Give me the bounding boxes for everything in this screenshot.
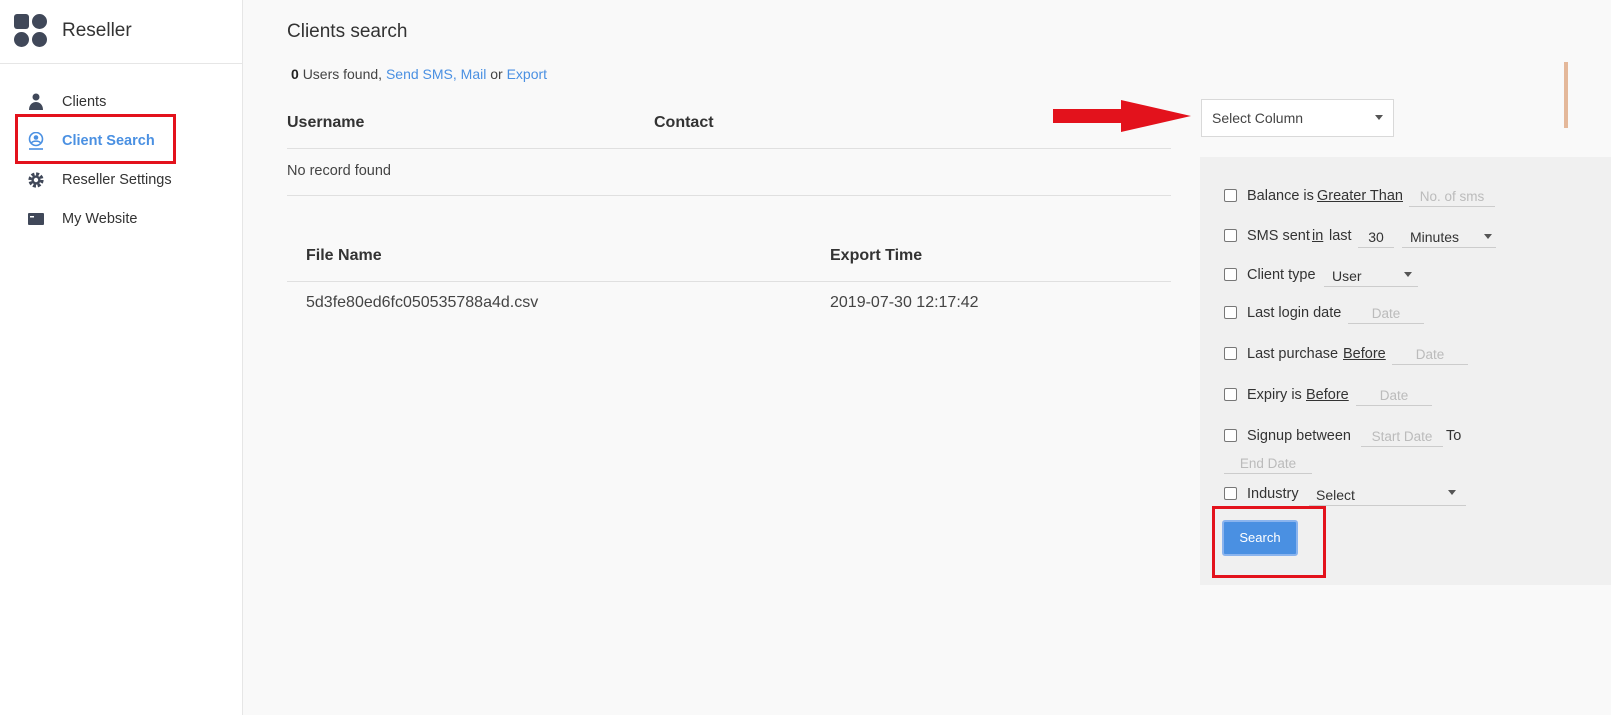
brand-name: Reseller bbox=[62, 20, 132, 41]
signup-end-date-input[interactable]: End Date bbox=[1224, 456, 1312, 474]
sidebar-item-my-website[interactable]: My Website bbox=[0, 200, 242, 239]
filter-balance: Balance is Greater Than No. of sms bbox=[1224, 188, 1524, 210]
filter-signup-end-row: End Date bbox=[1224, 455, 1524, 477]
select-column-label: Select Column bbox=[1212, 110, 1304, 126]
sidebar-item-label: Reseller Settings bbox=[62, 172, 172, 188]
client-type-select[interactable]: User bbox=[1324, 268, 1418, 287]
chevron-down-icon bbox=[1448, 490, 1456, 495]
expiry-label: Expiry is bbox=[1247, 387, 1302, 403]
results-summary: 0 Users found, Send SMS, Mail or Export bbox=[291, 66, 547, 82]
balance-checkbox[interactable] bbox=[1224, 189, 1237, 202]
table-header: Username Contact bbox=[287, 100, 1171, 149]
results-count: 0 bbox=[291, 66, 299, 82]
sms-sent-checkbox[interactable] bbox=[1224, 229, 1237, 242]
table-header: File Name Export Time bbox=[287, 233, 1171, 282]
contact-column-header[interactable]: Contact bbox=[654, 114, 714, 132]
file-name-column-header: File Name bbox=[306, 247, 382, 264]
balance-label: Balance is bbox=[1247, 188, 1314, 204]
users-icon bbox=[29, 93, 43, 110]
export-time: 2019-07-30 12:17:42 bbox=[830, 294, 979, 311]
filter-sms-sent: SMS sent in last 30 Minutes bbox=[1224, 228, 1524, 250]
username-column-header[interactable]: Username bbox=[287, 114, 364, 132]
search-button[interactable]: Search bbox=[1222, 520, 1298, 556]
last-purchase-date-input[interactable]: Date bbox=[1392, 347, 1468, 365]
sidebar-item-label: My Website bbox=[62, 211, 138, 227]
browser-window-icon bbox=[28, 213, 44, 225]
table-row: 5d3fe80ed6fc050535788a4d.csv 2019-07-30 … bbox=[287, 282, 1171, 326]
results-found-text: Users found, bbox=[302, 66, 383, 82]
sidebar-item-reseller-settings[interactable]: Reseller Settings bbox=[0, 161, 242, 200]
last-login-checkbox[interactable] bbox=[1224, 306, 1237, 319]
red-arrow-annotation-icon bbox=[1053, 100, 1191, 132]
filter-last-purchase: Last purchase Before Date bbox=[1224, 346, 1524, 368]
send-sms-link[interactable]: Send SMS, bbox=[386, 66, 457, 82]
export-link[interactable]: Export bbox=[507, 66, 547, 82]
client-search-highlight-box bbox=[15, 114, 176, 164]
client-type-checkbox[interactable] bbox=[1224, 268, 1237, 281]
export-time-column-header: Export Time bbox=[830, 247, 923, 264]
empty-message: No record found bbox=[287, 163, 391, 179]
page-title: Clients search bbox=[287, 21, 408, 42]
industry-checkbox[interactable] bbox=[1224, 487, 1237, 500]
sms-sent-value-input[interactable]: 30 bbox=[1358, 229, 1394, 248]
signup-start-date-input[interactable]: Start Date bbox=[1361, 429, 1443, 447]
brand-header: Reseller bbox=[0, 0, 242, 64]
chevron-down-icon bbox=[1404, 272, 1412, 277]
filter-signup-between: Signup between Start Date To bbox=[1224, 428, 1524, 450]
filter-industry: Industry Select bbox=[1224, 486, 1524, 508]
last-purchase-checkbox[interactable] bbox=[1224, 347, 1237, 360]
expiry-date-input[interactable]: Date bbox=[1356, 388, 1432, 406]
last-login-date-input[interactable]: Date bbox=[1348, 306, 1424, 324]
export-table: File Name Export Time 5d3fe80ed6fc050535… bbox=[287, 233, 1171, 326]
chevron-down-icon bbox=[1484, 234, 1492, 239]
signup-to-text: To bbox=[1446, 428, 1462, 444]
last-login-label: Last login date bbox=[1247, 305, 1342, 321]
last-purchase-label: Last purchase bbox=[1247, 346, 1339, 362]
sms-sent-unit-value: Minutes bbox=[1410, 229, 1460, 245]
sms-sent-unit-select[interactable]: Minutes bbox=[1402, 229, 1496, 248]
industry-value: Select bbox=[1316, 487, 1355, 503]
sms-sent-in-select[interactable]: in bbox=[1312, 228, 1323, 244]
filter-last-login: Last login date Date bbox=[1224, 305, 1524, 327]
sms-sent-last-text: last bbox=[1329, 228, 1352, 244]
filter-client-type: Client type User bbox=[1224, 267, 1524, 289]
signup-label: Signup between bbox=[1247, 428, 1351, 444]
expiry-checkbox[interactable] bbox=[1224, 388, 1237, 401]
sidebar: Reseller Clients Client Search Reseller … bbox=[0, 0, 243, 715]
sidebar-item-label: Clients bbox=[62, 94, 107, 110]
industry-label: Industry bbox=[1247, 486, 1299, 502]
table-row: No record found bbox=[287, 149, 1171, 196]
clients-table: Username Contact No record found bbox=[287, 100, 1171, 196]
app-grid-logo-icon bbox=[14, 14, 48, 48]
balance-input[interactable]: No. of sms bbox=[1409, 189, 1495, 207]
export-file-name[interactable]: 5d3fe80ed6fc050535788a4d.csv bbox=[306, 294, 538, 312]
select-column-dropdown[interactable]: Select Column bbox=[1201, 99, 1394, 137]
sms-sent-label: SMS sent bbox=[1247, 228, 1310, 244]
scrollbar-edge bbox=[1564, 62, 1568, 128]
mail-link[interactable]: Mail bbox=[461, 66, 487, 82]
filter-expiry: Expiry is Before Date bbox=[1224, 387, 1524, 409]
signup-checkbox[interactable] bbox=[1224, 429, 1237, 442]
client-type-value: User bbox=[1332, 268, 1362, 284]
expiry-operator-select[interactable]: Before bbox=[1306, 387, 1349, 403]
industry-select[interactable]: Select bbox=[1309, 487, 1466, 506]
last-purchase-operator-select[interactable]: Before bbox=[1343, 346, 1386, 362]
or-text: or bbox=[490, 66, 503, 82]
client-type-label: Client type bbox=[1247, 267, 1316, 283]
gear-icon bbox=[28, 172, 44, 188]
balance-operator-select[interactable]: Greater Than bbox=[1317, 188, 1403, 204]
chevron-down-icon bbox=[1375, 115, 1383, 120]
